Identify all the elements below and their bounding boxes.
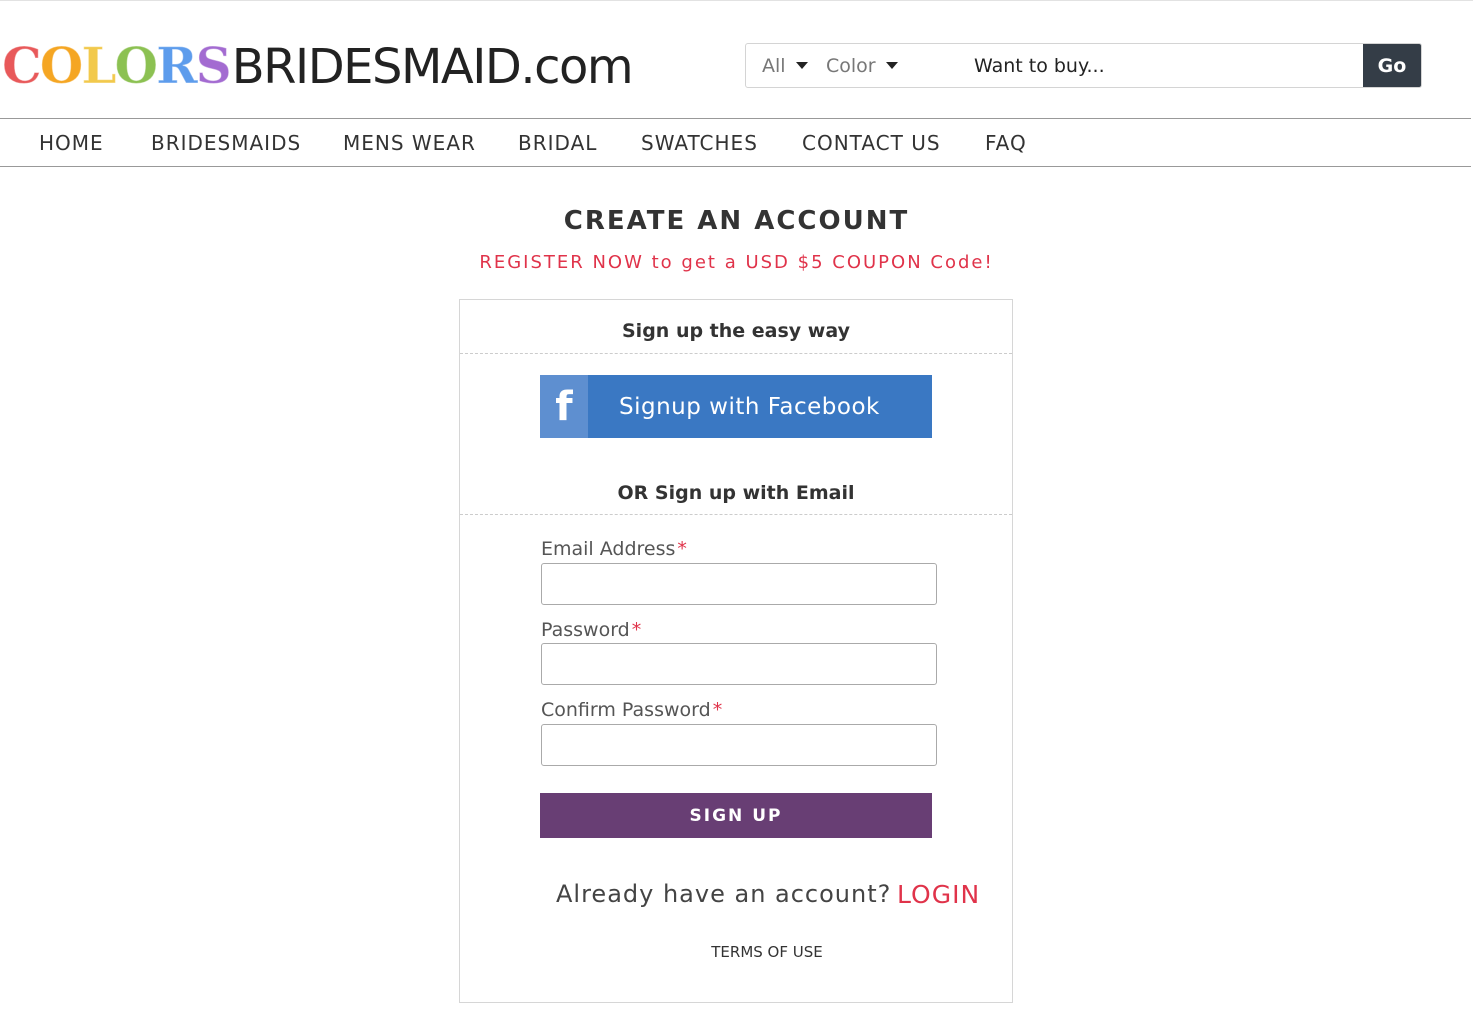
divider — [460, 353, 1012, 354]
divider — [460, 514, 1012, 515]
facebook-signup-label: Signup with Facebook — [619, 393, 880, 420]
nav-item-bridal[interactable]: BRIDAL — [518, 131, 597, 155]
confirm-password-label-text: Confirm Password — [541, 699, 711, 721]
logo-letter: C — [2, 36, 43, 96]
easy-signup-heading: Sign up the easy way — [622, 320, 850, 342]
password-field[interactable] — [541, 643, 937, 685]
nav-item-faq[interactable]: FAQ — [985, 131, 1027, 155]
color-select[interactable]: Color — [810, 44, 974, 87]
email-signup-heading: OR Sign up with Email — [617, 482, 855, 504]
sign-up-button[interactable]: SIGN UP — [540, 793, 932, 838]
main-nav: HOME BRIDESMAIDS MENS WEAR BRIDAL SWATCH… — [0, 118, 1471, 167]
top-rule — [0, 0, 1473, 1]
logo-letter: O — [39, 36, 84, 96]
logo-letter: S — [195, 36, 232, 96]
logo-letter: L — [81, 36, 117, 96]
confirm-password-field[interactable] — [541, 724, 937, 766]
email-label: Email Address * — [541, 538, 687, 560]
nav-item-bridesmaids[interactable]: BRIDESMAIDS — [151, 131, 301, 155]
category-select[interactable]: All — [746, 44, 810, 87]
promo-text: REGISTER NOW to get a USD $5 COUPON Code… — [479, 252, 994, 273]
category-select-value: All — [762, 54, 786, 77]
required-mark: * — [677, 538, 687, 560]
logo-colors-word: C O L O R S — [2, 36, 233, 96]
nav-item-mens-wear[interactable]: MENS WEAR — [343, 131, 476, 155]
site-logo[interactable]: C O L O R S BRIDESMAID.com — [2, 36, 634, 96]
confirm-password-label: Confirm Password * — [541, 699, 722, 721]
logo-letter: R — [156, 36, 199, 96]
color-select-value: Color — [826, 54, 876, 77]
password-label-text: Password — [541, 619, 630, 641]
nav-item-contact-us[interactable]: CONTACT US — [802, 131, 941, 155]
terms-of-use-link[interactable]: TERMS OF USE — [460, 943, 1074, 961]
nav-item-swatches[interactable]: SWATCHES — [641, 131, 758, 155]
go-button[interactable]: Go — [1363, 44, 1421, 87]
login-link[interactable]: LOGIN — [897, 880, 980, 909]
page-title: CREATE AN ACCOUNT — [563, 206, 910, 236]
nav-item-home[interactable]: HOME — [39, 131, 104, 155]
signup-card: Sign up the easy way f Signup with Faceb… — [459, 299, 1013, 1003]
facebook-signup-button[interactable]: f Signup with Facebook — [540, 375, 932, 438]
password-label: Password * — [541, 619, 641, 641]
logo-brand-text: BRIDESMAID.com — [231, 39, 634, 95]
caret-down-icon — [795, 62, 808, 69]
required-mark: * — [712, 699, 723, 721]
caret-down-icon — [885, 62, 898, 69]
logo-letter: O — [114, 36, 159, 96]
required-mark: * — [631, 619, 642, 641]
email-label-text: Email Address — [541, 538, 676, 560]
search-input[interactable] — [974, 44, 1363, 87]
search-bar: All Color Go — [745, 43, 1422, 88]
email-field[interactable] — [541, 563, 937, 605]
already-have-account-text: Already have an account? — [556, 880, 892, 908]
facebook-icon: f — [540, 375, 588, 438]
